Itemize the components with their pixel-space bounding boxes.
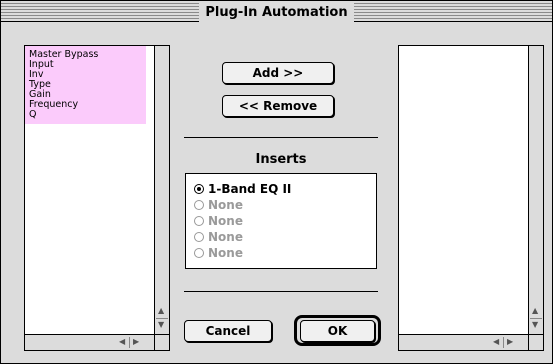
ok-button[interactable]: OK: [300, 320, 375, 342]
insert-option-label: 1-Band EQ II: [208, 182, 292, 196]
scroll-down-icon[interactable]: ▼: [532, 320, 538, 330]
add-button[interactable]: Add >>: [222, 62, 334, 84]
title-bar[interactable]: Plug-In Automation: [1, 1, 552, 23]
scroll-left-icon[interactable]: ◀: [119, 337, 125, 347]
divider: [184, 137, 378, 138]
scrollbar-corner: [528, 334, 543, 350]
automated-parameters-list[interactable]: ▲ ▼ ◀ ▶: [398, 45, 544, 351]
insert-option-5[interactable]: None: [194, 246, 243, 260]
horizontal-scrollbar[interactable]: ◀ ▶: [399, 334, 528, 350]
insert-option-2[interactable]: None: [194, 198, 243, 212]
scroll-right-icon[interactable]: ▶: [507, 337, 513, 347]
radio-selected-icon[interactable]: [194, 184, 204, 194]
list-item[interactable]: Input: [25, 60, 146, 70]
inserts-radio-group: 1-Band EQ II None None None None: [185, 173, 377, 269]
scroll-right-icon[interactable]: ▶: [133, 337, 139, 347]
remove-button[interactable]: << Remove: [222, 95, 334, 117]
scroll-down-icon[interactable]: ▼: [158, 320, 164, 330]
insert-option-label: None: [208, 246, 243, 260]
radio-icon[interactable]: [194, 216, 204, 226]
scrollbar-corner: [154, 334, 169, 350]
radio-icon[interactable]: [194, 248, 204, 258]
insert-option-label: None: [208, 230, 243, 244]
insert-option-label: None: [208, 214, 243, 228]
scroll-left-icon[interactable]: ◀: [493, 337, 499, 347]
available-parameters-list[interactable]: Master Bypass Input Inv Type Gain Freque…: [24, 45, 170, 351]
scroll-up-icon[interactable]: ▲: [532, 306, 538, 316]
scroll-up-icon[interactable]: ▲: [158, 306, 164, 316]
radio-icon[interactable]: [194, 200, 204, 210]
insert-option-label: None: [208, 198, 243, 212]
plugin-automation-dialog: Plug-In Automation Master Bypass Input I…: [0, 0, 553, 364]
insert-option-1[interactable]: 1-Band EQ II: [194, 182, 291, 196]
insert-option-3[interactable]: None: [194, 214, 243, 228]
window-title: Plug-In Automation: [199, 3, 354, 23]
list-item[interactable]: Frequency: [25, 100, 146, 110]
divider: [184, 291, 378, 292]
inserts-heading: Inserts: [255, 152, 307, 167]
vertical-scrollbar[interactable]: ▲ ▼: [528, 46, 543, 334]
radio-icon[interactable]: [194, 232, 204, 242]
horizontal-scrollbar[interactable]: ◀ ▶: [25, 334, 154, 350]
list-item[interactable]: Master Bypass: [25, 46, 146, 60]
list-item[interactable]: Q: [25, 110, 146, 124]
insert-option-4[interactable]: None: [194, 230, 243, 244]
vertical-scrollbar[interactable]: ▲ ▼: [154, 46, 169, 334]
cancel-button[interactable]: Cancel: [184, 320, 272, 342]
